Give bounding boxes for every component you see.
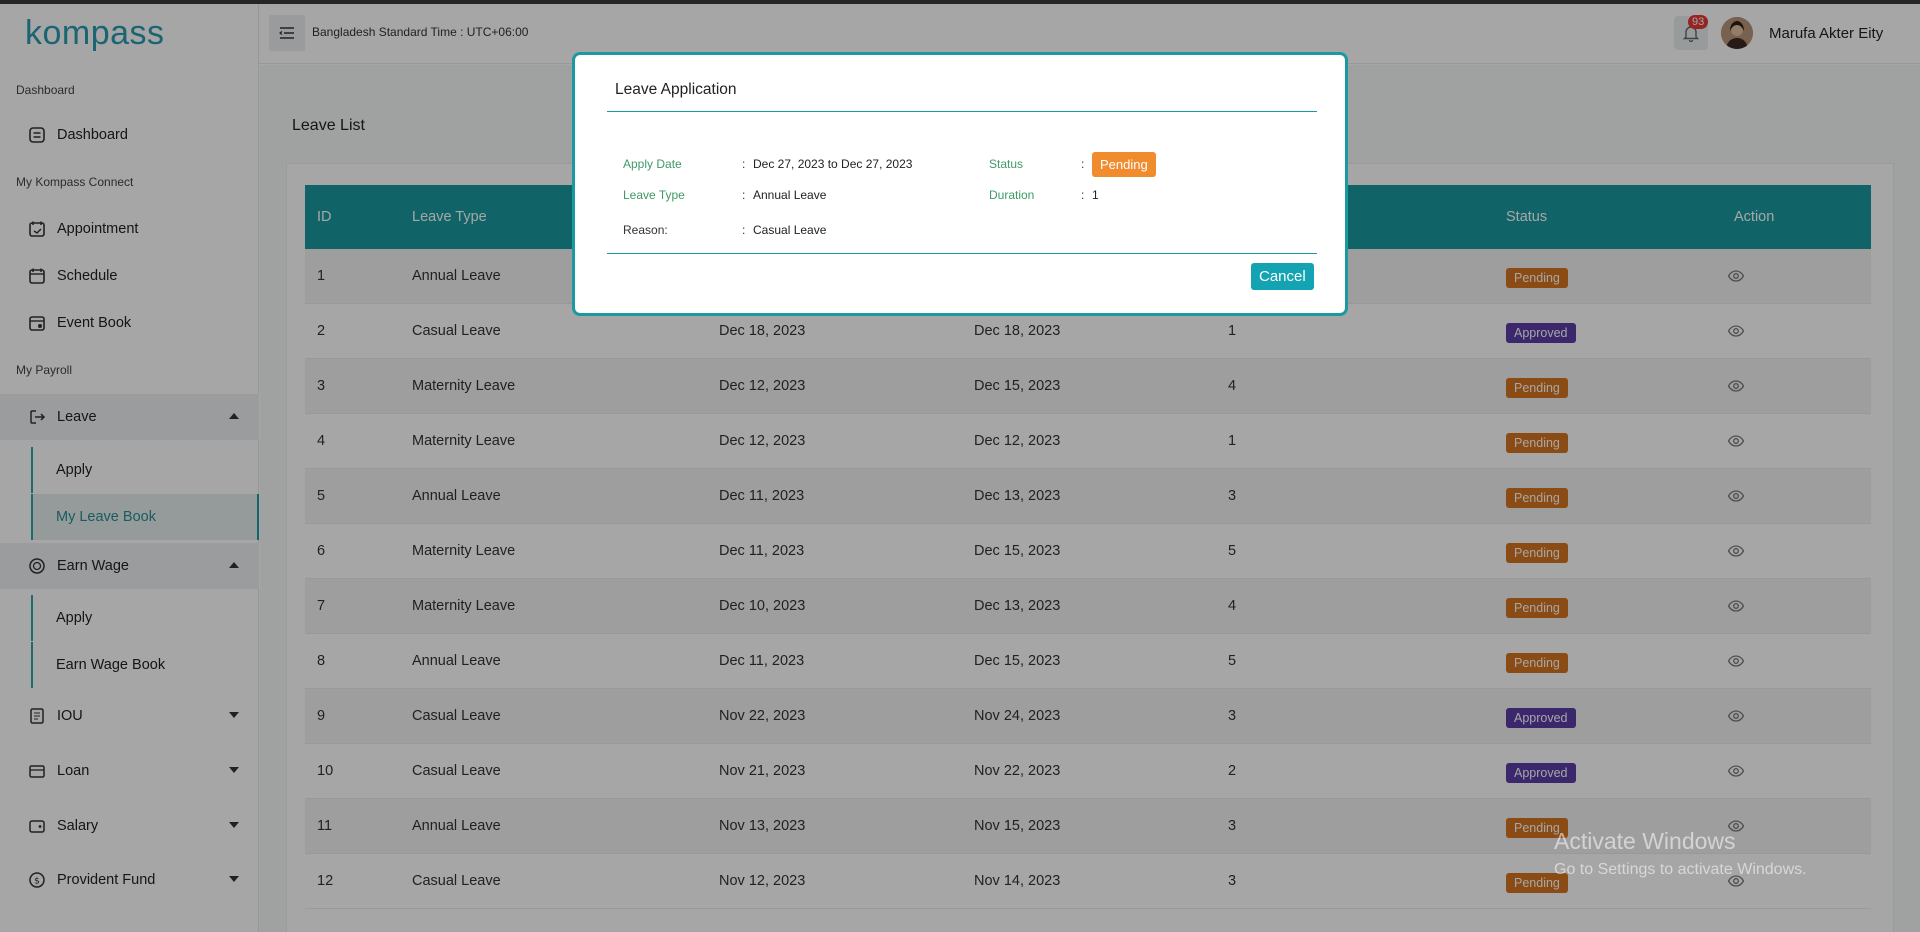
duration-value: 1 [1092,188,1099,202]
colon: : [1081,188,1085,202]
modal-divider [607,253,1317,254]
cancel-button[interactable]: Cancel [1251,263,1314,290]
colon: : [1081,157,1085,171]
windows-watermark-subtitle: Go to Settings to activate Windows. [1554,861,1807,878]
reason-value: Casual Leave [753,223,827,237]
modal-title: Leave Application [615,81,737,98]
reason-label: Reason: [623,223,668,237]
leave-application-modal: Leave Application Apply Date : Dec 27, 2… [572,52,1348,316]
leave-type-value: Annual Leave [753,188,827,202]
colon: : [742,188,746,202]
colon: : [742,223,746,237]
status-label: Status [989,157,1024,171]
apply-date-value: Dec 27, 2023 to Dec 27, 2023 [753,157,913,171]
colon: : [742,157,746,171]
leave-type-label: Leave Type [623,188,685,202]
windows-watermark-title: Activate Windows [1554,828,1736,854]
status-badge: Pending [1092,152,1156,177]
modal-divider [607,111,1317,112]
apply-date-label: Apply Date [623,157,682,171]
duration-label: Duration [989,188,1035,202]
